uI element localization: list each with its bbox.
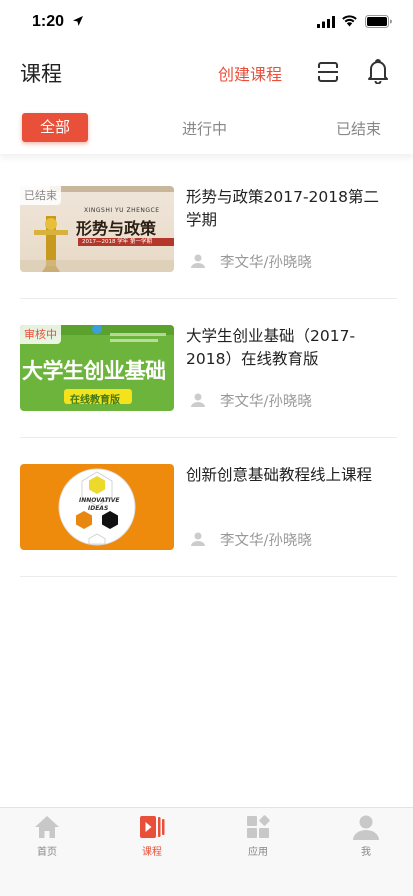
tab-bar-label: 我 — [361, 847, 371, 858]
user-icon — [191, 393, 205, 407]
tab-bar-apps[interactable]: 应用 — [228, 814, 288, 858]
header: 课程 创建课程 — [0, 44, 413, 100]
user-icon — [191, 532, 205, 546]
course-cover-image: 大学生创业基础 在线教育版 审核中 — [20, 325, 174, 411]
cover-line2: IDEAS — [88, 505, 109, 512]
cover-pinyin: XINGSHI YU ZHENGCE — [84, 207, 160, 214]
create-course-button[interactable]: 创建课程 — [218, 61, 282, 85]
notification-bell-icon[interactable] — [366, 58, 390, 84]
cellular-signal-icon — [317, 16, 335, 28]
user-icon — [191, 254, 205, 268]
course-list-item[interactable]: INNOVATIVE IDEAS 创新创意基础教程线上课程 李文华/孙晓晓 — [20, 438, 397, 577]
teacher-info: 李文华/孙晓晓 — [186, 389, 312, 411]
teacher-info: 李文华/孙晓晓 — [186, 250, 312, 272]
tab-bar-home[interactable]: 首页 — [17, 814, 77, 858]
teacher-names: 李文华/孙晓晓 — [220, 532, 312, 549]
scan-icon[interactable] — [316, 60, 340, 84]
course-cover-image: XINGSHI YU ZHENGCE 形势与政策 2017—2018 学年 第一… — [20, 186, 174, 272]
bottom-tab-bar: 首页 课程 应用 我 — [0, 807, 413, 896]
home-icon — [35, 816, 59, 838]
course-filter-tabs: 全部 进行中 已结束 — [0, 106, 413, 154]
cover-title: 大学生创业基础 — [22, 358, 166, 383]
status-badge: 审核中 — [20, 325, 61, 344]
cover-line1: INNOVATIVE — [79, 497, 120, 504]
location-arrow-icon — [73, 16, 83, 26]
tab-ongoing[interactable]: 进行中 — [182, 118, 227, 139]
course-cover-image: INNOVATIVE IDEAS — [20, 464, 174, 550]
status-bar: 1:20 — [0, 0, 413, 44]
teacher-names: 李文华/孙晓晓 — [220, 393, 312, 410]
course-list-item[interactable]: 大学生创业基础 在线教育版 审核中 大学生创业基础（2017-2018）在线教育… — [20, 299, 397, 438]
tab-bar-profile[interactable]: 我 — [336, 814, 396, 858]
teacher-info: 李文华/孙晓晓 — [186, 528, 312, 550]
tab-ended[interactable]: 已结束 — [336, 118, 381, 139]
status-time: 1:20 — [32, 13, 65, 30]
status-badge: 已结束 — [20, 186, 61, 205]
course-title: 大学生创业基础（2017-2018）在线教育版 — [186, 327, 356, 368]
cover-band: 在线教育版 — [70, 395, 120, 406]
course-title: 形势与政策2017-2018第二学期 — [186, 188, 379, 229]
course-title: 创新创意基础教程线上课程 — [186, 466, 373, 484]
tab-all[interactable]: 全部 — [22, 113, 88, 142]
tab-bar-label: 应用 — [248, 847, 268, 858]
wifi-icon — [342, 15, 357, 27]
cover-title: 形势与政策 — [76, 219, 157, 238]
apps-icon — [247, 815, 270, 838]
battery-icon — [365, 15, 392, 28]
course-icon — [140, 816, 165, 838]
cover-band: 2017—2018 学年 第一学期 — [82, 239, 152, 245]
tab-bar-label: 课程 — [142, 847, 162, 858]
tab-bar-course[interactable]: 课程 — [122, 814, 182, 858]
tab-bar-label: 首页 — [37, 847, 57, 858]
profile-icon — [353, 815, 379, 840]
course-list-item[interactable]: XINGSHI YU ZHENGCE 形势与政策 2017—2018 学年 第一… — [20, 160, 397, 299]
page-title: 课程 — [20, 62, 62, 86]
teacher-names: 李文华/孙晓晓 — [220, 254, 312, 271]
